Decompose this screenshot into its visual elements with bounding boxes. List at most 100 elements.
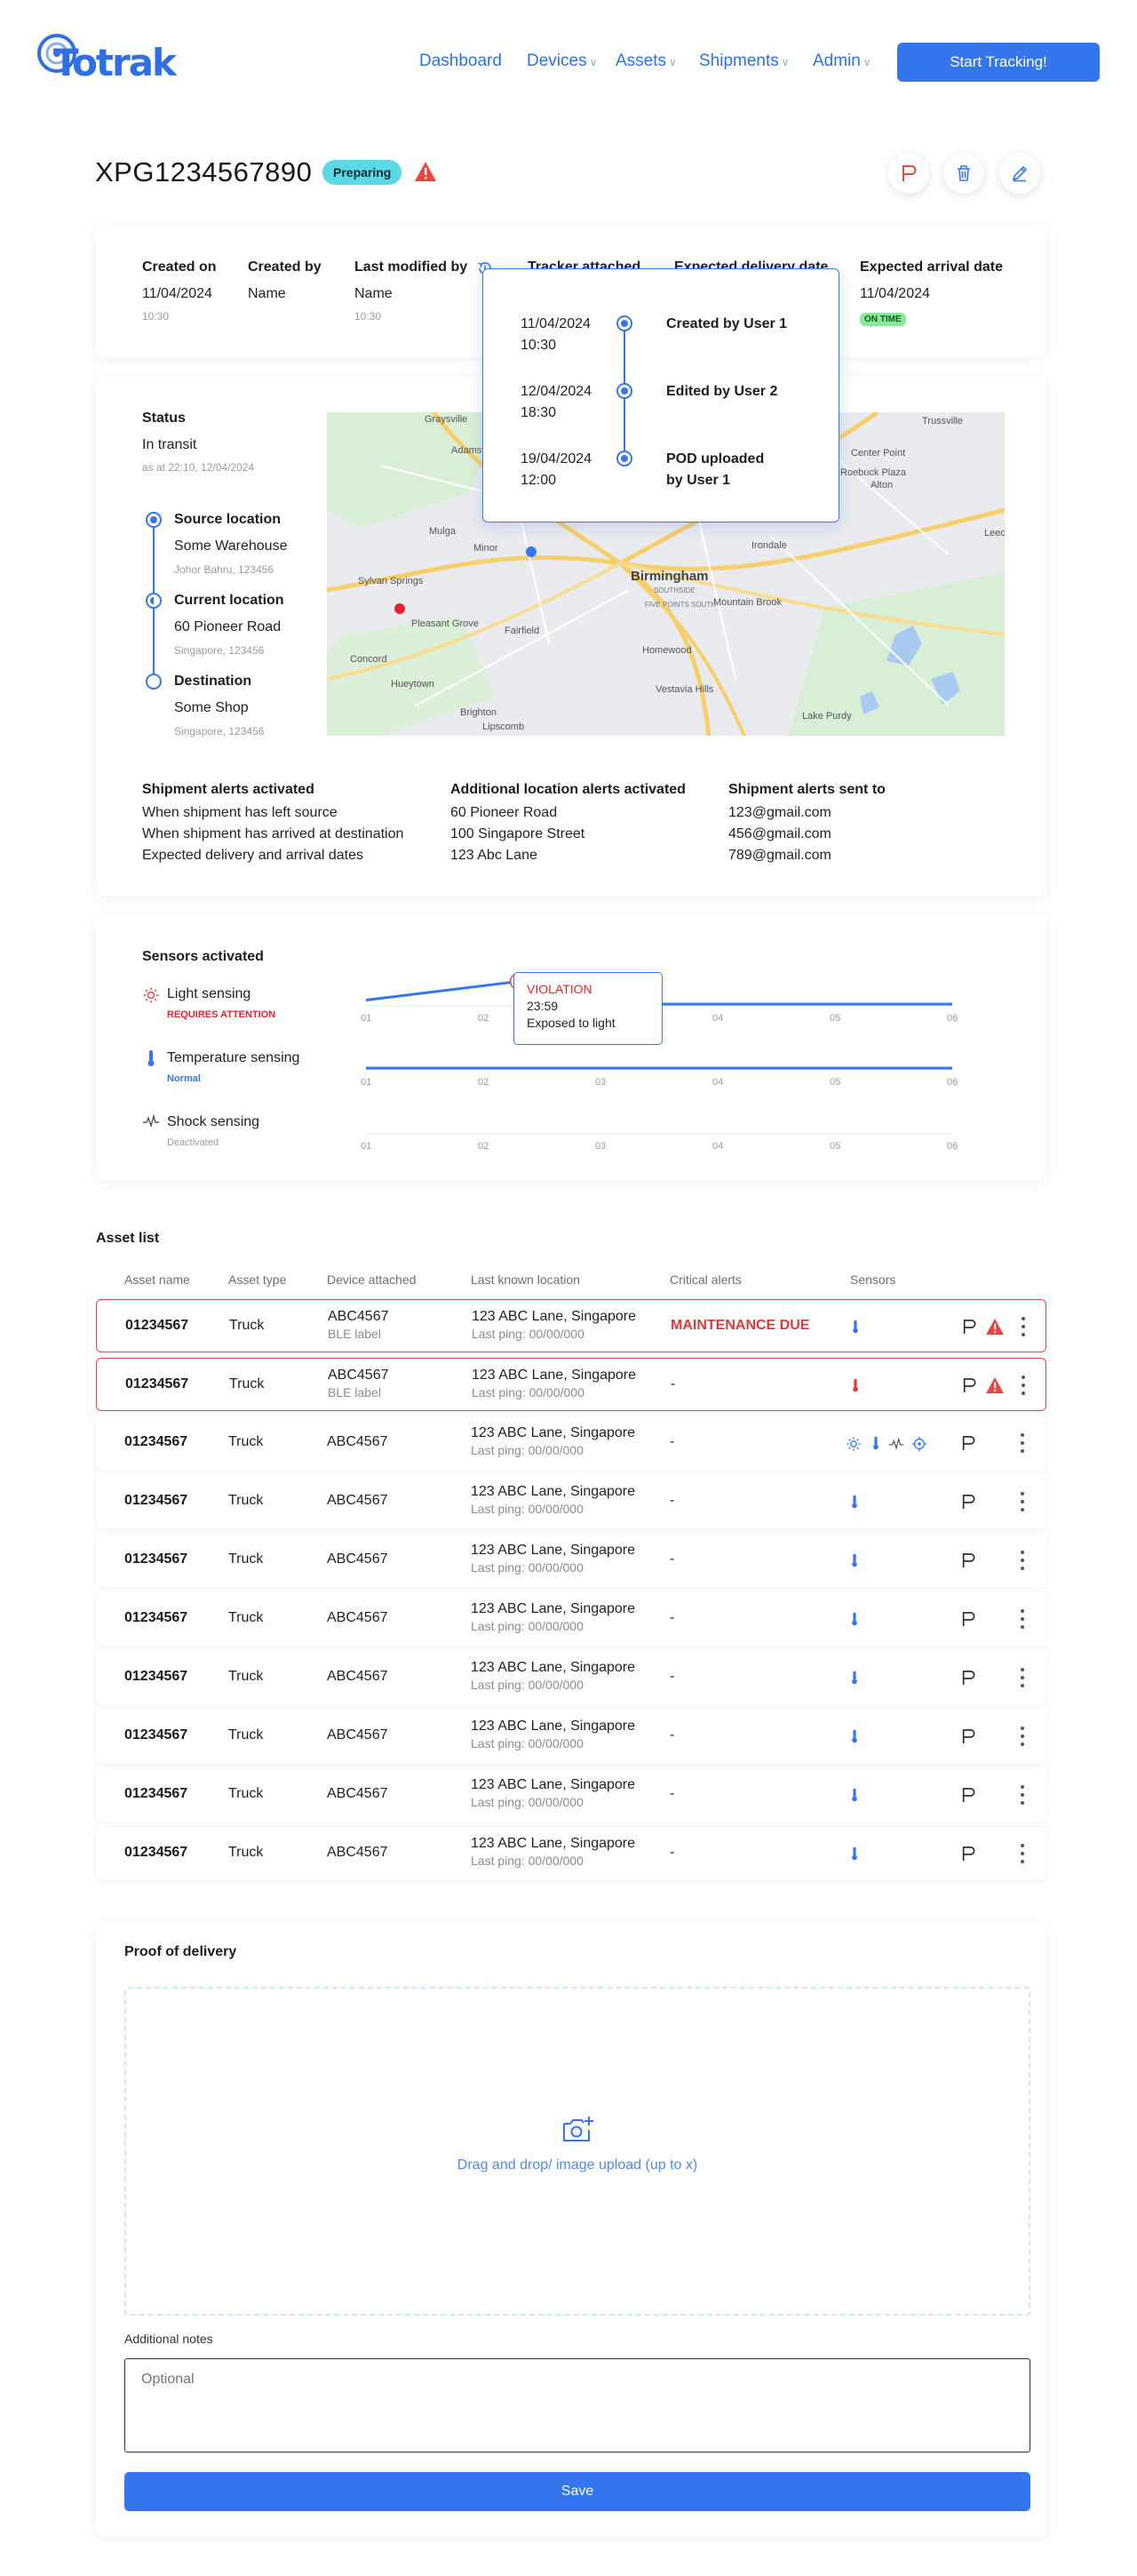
upload-text: Drag and drop/ image upload (up to x) (457, 2157, 698, 2173)
flag-icon[interactable] (961, 1610, 975, 1628)
row-menu-kebab-icon[interactable] (1016, 1782, 1029, 1807)
asset-name: 01234567 (124, 1669, 188, 1684)
status-value: In transit (142, 437, 197, 452)
row-menu-kebab-icon[interactable] (1016, 1724, 1029, 1749)
asset-name: 01234567 (124, 1493, 188, 1508)
flag-icon[interactable] (962, 1318, 976, 1336)
device-attached: ABC4567 (327, 1727, 388, 1743)
start-tracking-button[interactable]: Start Tracking! (897, 43, 1100, 82)
device-name: ABC4567 (327, 1669, 388, 1684)
kebab-dot (1021, 1609, 1024, 1613)
row-menu-kebab-icon[interactable] (1016, 1841, 1029, 1866)
critical-alert: - (670, 1493, 675, 1508)
row-menu-kebab-icon[interactable] (1016, 1607, 1029, 1631)
table-row[interactable]: 01234567 Truck ABC4567 123 ABC Lane, Singap… (96, 1768, 1046, 1822)
table-row[interactable]: 01234567 Truck ABC4567 123 ABC Lane, Singap… (96, 1534, 1046, 1587)
x-tick-label: 04 (712, 1077, 724, 1088)
kebab-dot (1021, 1727, 1024, 1730)
history-time-text: 10:30 (521, 338, 557, 353)
column-header: Asset type (228, 1272, 287, 1287)
asset-type: Truck (228, 1845, 264, 1860)
flag-icon[interactable] (961, 1434, 975, 1452)
flag-icon[interactable] (961, 1551, 975, 1569)
device-sub: BLE label (328, 1327, 381, 1341)
x-tick-label: 05 (830, 1013, 841, 1024)
x-tick-label: 06 (947, 1013, 958, 1024)
history-date-text: 12/04/2024 (521, 384, 592, 399)
flag-icon[interactable] (961, 1786, 975, 1804)
last-known-location: 123 ABC Lane, Singapore Last ping: 00/00/… (471, 1601, 635, 1633)
pencil-icon (1012, 165, 1028, 182)
map-label: Fairfield (505, 626, 540, 636)
table-row[interactable]: 01234567 Truck ABC4567 123 ABC Lane, Singap… (96, 1710, 1046, 1763)
location-text: 123 ABC Lane, Singapore (471, 1425, 636, 1440)
nav-label: Admin (813, 52, 861, 70)
thermometer-icon (852, 1671, 857, 1685)
critical-alert: - (670, 1845, 675, 1860)
x-tick-label: 03 (595, 1077, 607, 1088)
kebab-dot (1022, 1376, 1025, 1379)
light-sensing-label: Light sensing (167, 986, 251, 1001)
flag-icon[interactable] (962, 1376, 976, 1394)
table-row[interactable]: 01234567 Truck ABC4567 123 ABC Lane, Singap… (96, 1827, 1046, 1880)
row-menu-kebab-icon[interactable] (1017, 1373, 1030, 1398)
kebab-dot (1022, 1333, 1025, 1336)
table-row[interactable]: 01234567 Truck ABC4567 BLE label 123 ABC Lan… (96, 1299, 1046, 1352)
row-menu-kebab-icon[interactable] (1017, 1314, 1030, 1339)
thermometer-icon (147, 1050, 155, 1066)
table-row[interactable]: 01234567 Truck ABC4567 123 ABC Lane, Singap… (96, 1651, 1046, 1704)
edit-button[interactable] (999, 153, 1040, 194)
save-button[interactable]: Save (124, 2472, 1030, 2511)
flag-icon[interactable] (961, 1845, 975, 1862)
nav-devices[interactable]: Devices ∨ (527, 52, 597, 71)
violation-title: VIOLATION (527, 982, 592, 996)
pod-title: Proof of delivery (124, 1944, 237, 1959)
brand-logo[interactable]: Totrak (36, 32, 204, 85)
flag-icon[interactable] (961, 1493, 975, 1511)
temperature-sensing-label: Temperature sensing (167, 1050, 300, 1065)
nav-dashboard[interactable]: Dashboard (419, 52, 502, 71)
last-ping: Last ping: 00/00/000 (471, 1502, 584, 1516)
row-menu-kebab-icon[interactable] (1016, 1548, 1029, 1573)
map-label: Roebuck Plaza (840, 467, 906, 478)
kebab-dot (1021, 1449, 1024, 1453)
table-row[interactable]: 01234567 Truck ABC4567 BLE label 123 ABC Lan… (96, 1358, 1046, 1411)
last-known-location: 123 ABC Lane, Singapore Last ping: 00/00/… (471, 1543, 635, 1575)
kebab-dot (1021, 1617, 1024, 1621)
column-header: Sensors (850, 1272, 896, 1287)
additional-notes-input[interactable] (124, 2358, 1030, 2452)
current-dot-icon (146, 593, 162, 609)
asset-type: Truck (229, 1376, 265, 1392)
nav-admin[interactable]: Admin ∨ (813, 52, 871, 71)
map-label: FIVE POINTS SOUTH (645, 601, 717, 609)
nav-label: Shipments (699, 52, 779, 70)
asset-name: 01234567 (124, 1551, 188, 1567)
row-menu-kebab-icon[interactable] (1016, 1489, 1029, 1514)
kebab-dot (1022, 1392, 1025, 1395)
table-row[interactable]: 01234567 Truck ABC4567 123 ABC Lane, Singap… (96, 1592, 1046, 1646)
flag-icon[interactable] (961, 1669, 975, 1687)
status-label: Status (142, 411, 186, 426)
x-tick-label: 01 (361, 1141, 372, 1152)
thermometer-icon (852, 1788, 857, 1802)
image-dropzone[interactable]: Drag and drop/ image upload (up to x) (124, 1987, 1030, 2316)
device-name: ABC4567 (328, 1368, 389, 1383)
kebab-dot (1021, 1500, 1024, 1503)
device-name: ABC4567 (328, 1309, 389, 1324)
delete-button[interactable] (943, 153, 984, 194)
column-header: Last known location (471, 1272, 580, 1287)
pulse-icon (143, 1113, 159, 1128)
destination-address: Singapore, 123456 (174, 725, 265, 738)
location-alert-item: 100 Singapore Street (450, 826, 585, 841)
current-address: Singapore, 123456 (174, 644, 265, 657)
nav-assets[interactable]: Assets ∨ (616, 52, 677, 71)
table-row[interactable]: 01234567 Truck ABC4567 123 ABC Lane, Singap… (96, 1416, 1046, 1470)
row-menu-kebab-icon[interactable] (1016, 1665, 1029, 1690)
flag-button[interactable] (888, 153, 929, 194)
row-menu-kebab-icon[interactable] (1016, 1431, 1029, 1455)
nav-shipments[interactable]: Shipments ∨ (699, 52, 790, 71)
table-row[interactable]: 01234567 Truck ABC4567 123 ABC Lane, Singap… (96, 1475, 1046, 1528)
flag-icon[interactable] (961, 1727, 975, 1745)
asset-type: Truck (228, 1727, 264, 1743)
asset-name: 01234567 (124, 1786, 188, 1801)
